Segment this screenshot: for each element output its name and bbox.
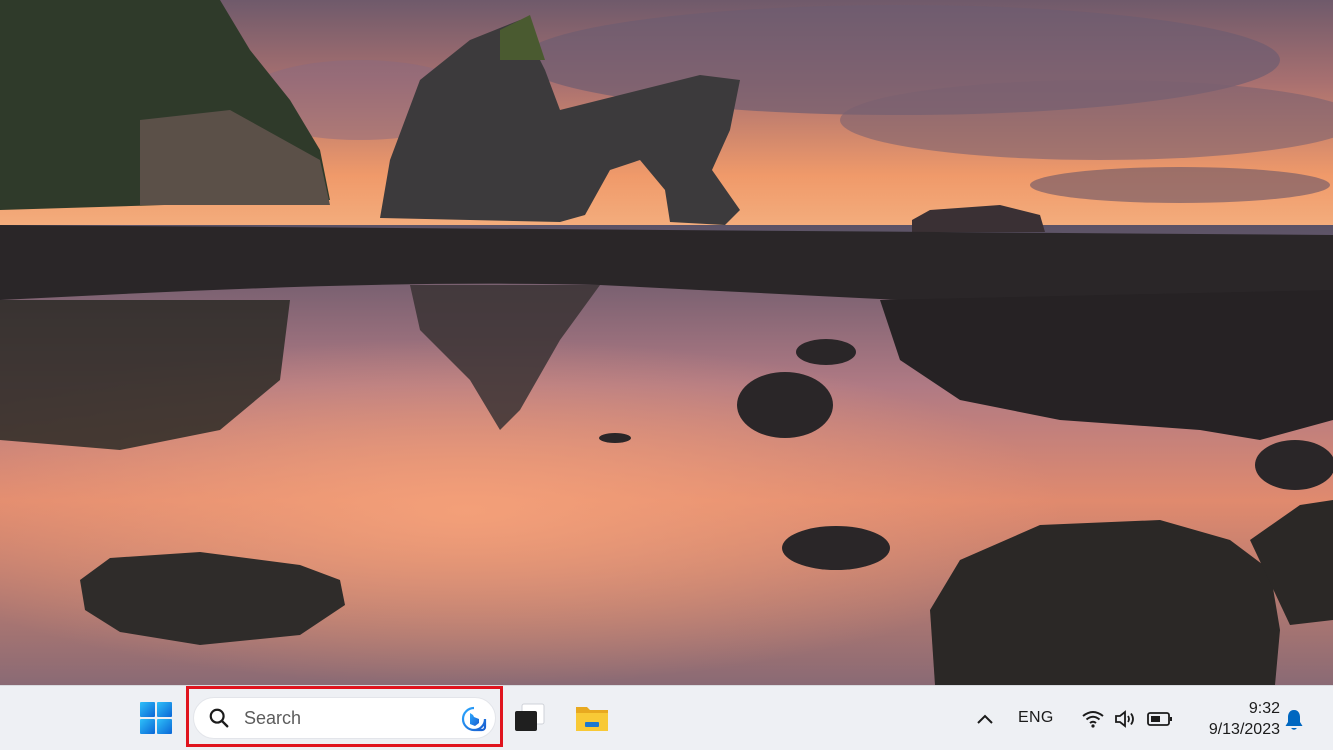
battery-icon	[1147, 712, 1172, 726]
input-language-indicator[interactable]: ENG	[1018, 709, 1054, 727]
volume-button[interactable]	[1112, 708, 1138, 730]
battery-button[interactable]	[1146, 708, 1174, 730]
taskbar: ENG 9:32 9/13/2023	[0, 685, 1333, 750]
clock-date: 9/13/2023	[1208, 721, 1280, 738]
start-button[interactable]	[136, 698, 176, 738]
wifi-icon	[1082, 711, 1104, 728]
clock-button[interactable]: 9:32 9/13/2023	[1190, 698, 1280, 740]
folder-icon	[576, 707, 608, 731]
volume-icon	[1115, 710, 1134, 728]
network-button[interactable]	[1080, 708, 1106, 730]
desktop-wallpaper	[0, 0, 1333, 685]
windows-logo-icon	[140, 702, 172, 734]
chevron-up-icon	[977, 714, 993, 724]
clock-time: 9:32	[1248, 700, 1280, 717]
taskbar-search-box[interactable]	[193, 697, 496, 739]
file-explorer-button[interactable]	[572, 698, 612, 738]
task-view-button[interactable]	[510, 698, 550, 738]
wallpaper-image	[0, 0, 1333, 685]
bing-icon[interactable]	[461, 706, 487, 732]
search-input[interactable]	[242, 706, 446, 730]
notifications-button[interactable]	[1280, 706, 1308, 734]
task-view-icon	[515, 703, 545, 731]
search-icon	[209, 708, 229, 728]
show-hidden-icons-button[interactable]	[972, 706, 998, 732]
bell-icon	[1285, 710, 1303, 730]
